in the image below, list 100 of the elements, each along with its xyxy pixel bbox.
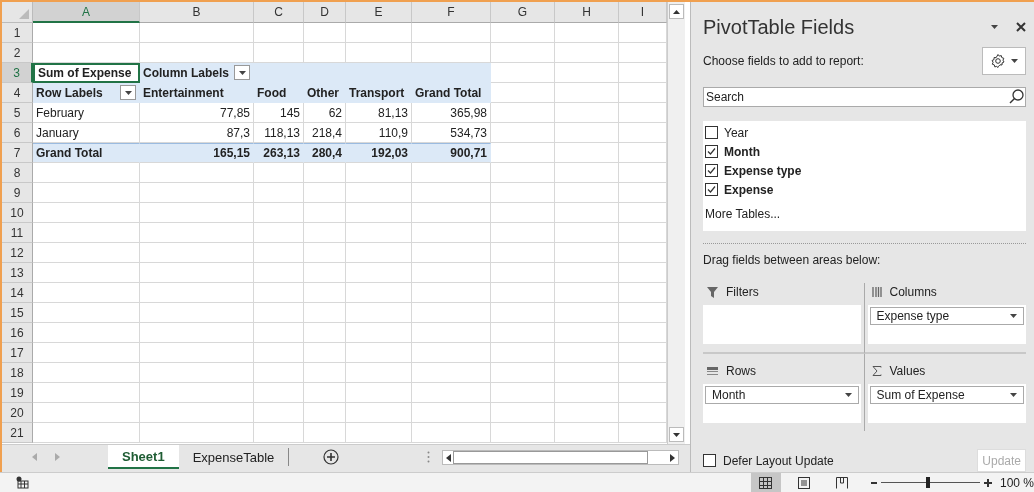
horizontal-scrollbar[interactable] bbox=[442, 450, 680, 466]
table-cell: Transport bbox=[346, 83, 412, 103]
row-header[interactable]: 17 bbox=[2, 343, 33, 363]
view-button[interactable] bbox=[750, 473, 781, 492]
row-header[interactable]: 8 bbox=[2, 163, 33, 183]
field-chip[interactable]: Expense type bbox=[869, 307, 1024, 325]
column-header[interactable]: C bbox=[254, 2, 304, 23]
row-header[interactable]: 14 bbox=[2, 283, 33, 303]
row-header[interactable]: 2 bbox=[2, 43, 33, 63]
table-cell: 280,4 bbox=[304, 143, 346, 163]
macro-icon[interactable] bbox=[16, 476, 29, 489]
column-header[interactable]: B bbox=[140, 2, 254, 23]
caret-icon bbox=[124, 90, 132, 95]
resize-handle-icon[interactable] bbox=[427, 451, 431, 464]
rows-icon bbox=[707, 366, 718, 376]
filter-dropdown-button[interactable] bbox=[234, 65, 250, 80]
empty-cell bbox=[555, 63, 619, 83]
zoom-out-icon[interactable] bbox=[870, 481, 877, 484]
scroll-up-button[interactable] bbox=[669, 4, 684, 19]
column-header[interactable]: H bbox=[555, 2, 619, 23]
empty-cell bbox=[491, 203, 555, 223]
zoom-level[interactable]: 100 % bbox=[999, 475, 1034, 490]
field-label[interactable]: Year bbox=[724, 125, 749, 140]
empty-cell bbox=[491, 383, 555, 403]
empty-cell bbox=[304, 163, 346, 183]
row-header[interactable]: 3 bbox=[2, 63, 33, 83]
field-label[interactable]: Month bbox=[724, 144, 760, 159]
row-header[interactable]: 6 bbox=[2, 123, 33, 143]
column-header[interactable]: F bbox=[412, 2, 491, 23]
empty-cell bbox=[346, 263, 412, 283]
caret-icon bbox=[1010, 314, 1017, 318]
empty-cell bbox=[304, 223, 346, 243]
empty-cell bbox=[346, 343, 412, 363]
table-cell: Food bbox=[254, 83, 304, 103]
row-header[interactable]: 12 bbox=[2, 243, 33, 263]
column-header[interactable]: A bbox=[33, 2, 140, 23]
field-chip[interactable]: Sum of Expense bbox=[869, 386, 1024, 404]
checkbox[interactable] bbox=[705, 145, 718, 158]
row-header[interactable]: 1 bbox=[2, 23, 33, 43]
field-label[interactable]: Expense type bbox=[724, 163, 802, 178]
row-header[interactable]: 21 bbox=[2, 423, 33, 443]
field-chip[interactable]: Month bbox=[705, 386, 859, 404]
empty-cell bbox=[346, 363, 412, 383]
pane-title: PivotTable Fields bbox=[703, 15, 856, 39]
drop-area[interactable]: Sum of Expense bbox=[867, 384, 1026, 423]
drop-area[interactable]: Month bbox=[703, 384, 861, 423]
empty-cell bbox=[346, 203, 412, 223]
row-header[interactable]: 5 bbox=[2, 103, 33, 123]
empty-cell bbox=[254, 363, 304, 383]
empty-cell bbox=[491, 403, 555, 423]
row-header[interactable]: 7 bbox=[2, 143, 33, 163]
empty-cell bbox=[555, 163, 619, 183]
empty-cell bbox=[346, 183, 412, 203]
filter-dropdown-button[interactable] bbox=[120, 85, 136, 100]
left-arrow-icon[interactable] bbox=[446, 453, 452, 462]
row-header[interactable]: 20 bbox=[2, 403, 33, 423]
row-header[interactable]: 10 bbox=[2, 203, 33, 223]
checkbox[interactable] bbox=[705, 164, 718, 177]
table-cell: 263,13 bbox=[254, 143, 304, 163]
row-header[interactable]: 19 bbox=[2, 383, 33, 403]
caret-icon bbox=[844, 393, 852, 397]
caret-icon bbox=[1011, 59, 1018, 63]
scroll-down-button[interactable] bbox=[669, 427, 684, 443]
table-cell: Grand Total bbox=[412, 83, 491, 103]
checkbox[interactable] bbox=[703, 454, 716, 467]
drop-area[interactable]: Expense type bbox=[867, 305, 1026, 344]
more-tables-link[interactable]: More Tables... bbox=[705, 207, 1024, 221]
area-label: Filters bbox=[726, 285, 759, 299]
scroll-thumb[interactable] bbox=[453, 451, 649, 465]
checkbox[interactable] bbox=[705, 183, 718, 196]
close-icon[interactable] bbox=[1016, 22, 1026, 32]
row-header[interactable]: 18 bbox=[2, 363, 33, 383]
zoom-in-icon[interactable] bbox=[984, 478, 992, 487]
sheet-tab[interactable]: Sheet1 bbox=[108, 445, 179, 470]
sigma-icon bbox=[871, 366, 882, 376]
filter-icon bbox=[707, 286, 718, 298]
slider-thumb[interactable] bbox=[926, 477, 931, 488]
tools-button[interactable] bbox=[982, 47, 1026, 75]
empty-cell bbox=[254, 303, 304, 323]
column-header[interactable]: G bbox=[491, 2, 555, 23]
add-sheet-icon[interactable] bbox=[323, 449, 340, 466]
column-header[interactable]: D bbox=[304, 2, 346, 23]
field-label[interactable]: Expense bbox=[724, 182, 774, 197]
row-header[interactable]: 16 bbox=[2, 323, 33, 343]
column-header[interactable]: E bbox=[346, 2, 412, 23]
empty-cell bbox=[555, 303, 619, 323]
row-header[interactable]: 11 bbox=[2, 223, 33, 243]
row-header[interactable]: 4 bbox=[2, 83, 33, 103]
empty-cell bbox=[304, 263, 346, 283]
vertical-scrollbar[interactable] bbox=[667, 2, 685, 445]
row-header[interactable]: 15 bbox=[2, 303, 33, 323]
defer-label[interactable]: Defer Layout Update bbox=[723, 453, 834, 468]
row-header[interactable]: 13 bbox=[2, 263, 33, 283]
right-arrow-icon[interactable] bbox=[670, 453, 676, 462]
pane-options-icon[interactable] bbox=[991, 25, 998, 29]
column-header[interactable]: I bbox=[619, 2, 667, 23]
checkbox[interactable] bbox=[705, 126, 718, 139]
sheet-tab[interactable]: ExpenseTable bbox=[178, 445, 289, 470]
row-header[interactable]: 9 bbox=[2, 183, 33, 203]
search-field[interactable]: Search bbox=[703, 87, 1026, 107]
